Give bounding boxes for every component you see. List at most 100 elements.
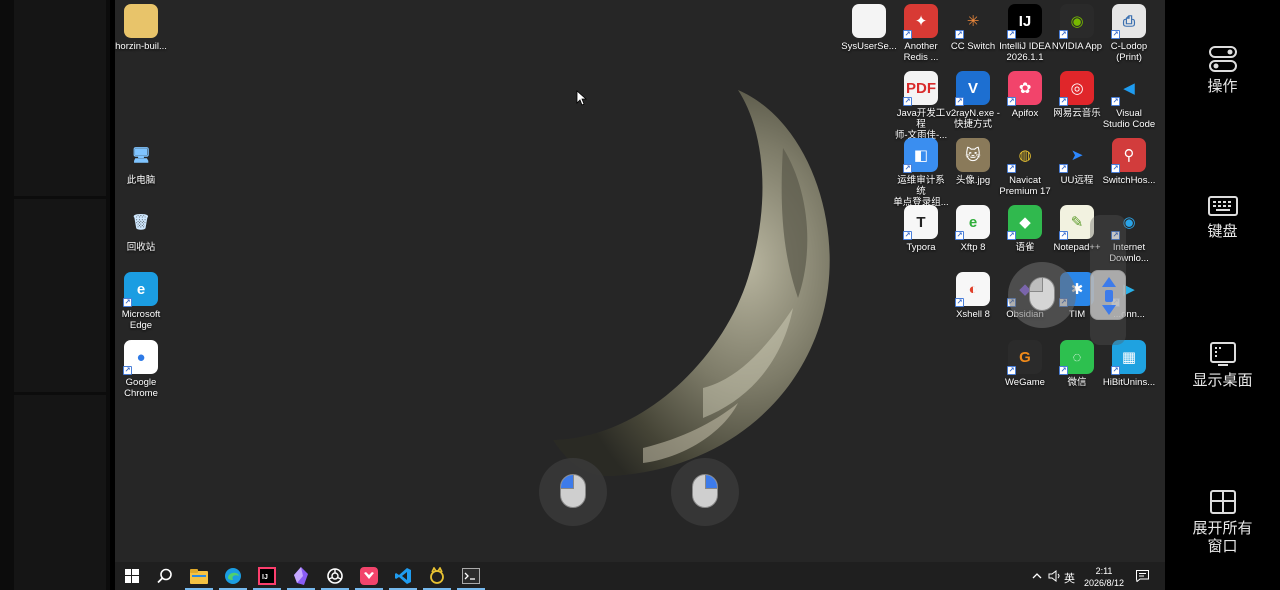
shortcut-arrow-icon: ↗ — [955, 231, 964, 240]
desktop-icon-pdf[interactable]: PDF ↗ Java开发工程 师-文雨佳-... — [893, 71, 949, 141]
desktop-icon-cc-switch[interactable]: ✳ ↗ CC Switch — [945, 4, 1001, 52]
apifox-icon: ✿ ↗ — [1007, 71, 1042, 106]
start-icon[interactable] — [122, 566, 142, 586]
recycle-bin-icon: 🗑 — [131, 214, 151, 231]
floating-mouse-button[interactable] — [1008, 261, 1076, 329]
desktop-icon-label: C-Lodop (Print) — [1110, 41, 1148, 63]
operation-label: 操作 — [1207, 78, 1238, 95]
desktop-icon-typora[interactable]: T ↗ Typora — [893, 205, 949, 253]
obsidian-icon[interactable] — [287, 566, 315, 590]
desktop-icon-edge[interactable]: e ↗ Microsoft Edge — [115, 272, 169, 331]
shortcut-arrow-icon: ↗ — [903, 97, 912, 106]
cat-image-icon: 🐱 — [956, 138, 990, 172]
desktop-icon-label: Xftp 8 — [960, 242, 986, 253]
desktop-icon-chrome[interactable]: ● ↗ Google Chrome — [115, 340, 169, 399]
edge-icon[interactable] — [219, 566, 247, 590]
ime-indicator[interactable]: 英 — [1064, 570, 1075, 586]
apifox-icon[interactable] — [355, 566, 383, 590]
desktop-icon-label: CC Switch — [950, 41, 996, 52]
desktop-icon-label: WeGame — [1005, 377, 1045, 388]
desktop-icon-label: Microsoft Edge — [121, 309, 161, 331]
desktop-icon-label: HiBitUnins... — [1102, 377, 1156, 388]
file-explorer-icon[interactable] — [185, 566, 213, 590]
switchhosts-icon: ⚲ ↗ — [1111, 138, 1146, 173]
taskbar: IJ 英 2:11 2026/8/12 — [115, 562, 1165, 590]
vscode-icon[interactable] — [389, 566, 417, 590]
desktop-icon-apifox[interactable]: ✿ ↗ Apifox — [997, 71, 1053, 119]
nvidia-icon: ◉ ↗ — [1059, 4, 1094, 39]
wechat-icon: ◌ ↗ — [1059, 340, 1094, 375]
desktop-icon-label: SysUserSe... — [841, 41, 897, 52]
expand-windows-button[interactable]: 展开所有 窗口 — [1165, 488, 1280, 556]
desktop-icon-another-redis[interactable]: ✦ ↗ Another Redis ... — [893, 4, 949, 63]
terminal-icon[interactable] — [457, 566, 485, 590]
desktop-icon-file[interactable]: SysUserSe... — [841, 4, 897, 52]
scroll-wheel-control[interactable] — [1090, 270, 1126, 320]
side-control-panel: 操作 键盘 显示桌面 展开所有 窗口 — [1165, 0, 1280, 590]
desktop-icon-this-pc[interactable]: 🖥 此电脑 — [115, 138, 169, 186]
navicat-icon[interactable] — [423, 566, 451, 590]
desktop-icon-label: 语雀 — [1015, 242, 1035, 253]
desktop-icon-nvidia[interactable]: ◉ ↗ NVIDIA App — [1049, 4, 1105, 52]
shortcut-arrow-icon: ↗ — [1059, 231, 1068, 240]
xftp-icon: e ↗ — [955, 205, 990, 240]
chatgpt-icon[interactable] — [321, 566, 349, 590]
folder-zip-icon — [124, 4, 158, 38]
chevron-up-icon[interactable] — [1027, 566, 1047, 586]
desktop-icon-label: horzin-buil... — [115, 41, 167, 52]
show-desktop-button[interactable]: 显示桌面 — [1165, 340, 1280, 390]
desktop-icon-yuque[interactable]: ◆ ↗ 语雀 — [997, 205, 1053, 253]
shortcut-arrow-icon: ↗ — [1059, 30, 1068, 39]
desktop-icon-label: Java开发工程 师-文雨佳-... — [894, 108, 948, 141]
desktop-icon-intellij[interactable]: IJ ↗ IntelliJ IDEA 2026.1.1 — [997, 4, 1053, 63]
clock-date: 2026/8/12 — [1083, 578, 1125, 588]
keyboard-button[interactable]: 键盘 — [1165, 193, 1280, 241]
desktop-icon-recycle-bin[interactable]: 🗑 回收站 — [115, 205, 169, 253]
left-click-mouse-button[interactable] — [539, 458, 607, 526]
uu-remote-icon: ➤ ↗ — [1059, 147, 1084, 173]
shortcut-arrow-icon: ↗ — [1059, 97, 1068, 106]
desktop-icon-label: 微信 — [1067, 377, 1087, 388]
desktop-icon-vscode[interactable]: ◀ ↗ Visual Studio Code — [1101, 71, 1157, 130]
clock-time: 2:11 — [1095, 566, 1113, 576]
desktop-icon-v2rayn[interactable]: V ↗ v2rayN.exe - 快捷方式 — [945, 71, 1001, 130]
show-desktop-label: 显示桌面 — [1192, 372, 1253, 389]
desktop[interactable]: horzin-buil... 🖥 此电脑 🗑 回收站 e ↗ Microsoft Edge ● ↗… — [115, 0, 1165, 562]
desktop-icon-switchhosts[interactable]: ⚲ ↗ SwitchHos... — [1101, 138, 1157, 186]
intellij-icon[interactable]: IJ — [253, 566, 281, 590]
desktop-icon-navicat[interactable]: ◍ ↗ Navicat Premium 17 — [997, 138, 1053, 197]
desktop-icon-wechat[interactable]: ◌ ↗ 微信 — [1049, 340, 1105, 388]
clock[interactable]: 2:11 2026/8/12 — [1082, 565, 1126, 589]
typora-icon: T ↗ — [903, 205, 938, 240]
notification-icon[interactable] — [1132, 566, 1152, 586]
shortcut-arrow-icon: ↗ — [1007, 231, 1016, 240]
desktop-icon-label: Visual Studio Code — [1102, 108, 1156, 130]
desktop-icon-xftp[interactable]: e ↗ Xftp 8 — [945, 205, 1001, 253]
desktop-icon-wegame[interactable]: G ↗ WeGame — [997, 340, 1053, 388]
this-pc-icon: 🖥 — [131, 147, 151, 164]
desktop-icon-cat-image[interactable]: 🐱 头像.jpg — [945, 138, 1001, 186]
search-icon[interactable] — [155, 566, 175, 586]
wegame-icon: G ↗ — [1007, 340, 1042, 375]
desktop-icon-audit[interactable]: ◧ ↗ 运维审计系统 单点登录组... — [893, 138, 949, 208]
expand-windows-icon — [1209, 490, 1236, 514]
expand-windows-label: 展开所有 窗口 — [1192, 520, 1253, 555]
v2rayn-icon: V ↗ — [955, 71, 990, 106]
shortcut-arrow-icon: ↗ — [1111, 366, 1120, 375]
desktop-icon-uu-remote[interactable]: ➤ ↗ UU远程 — [1049, 138, 1105, 186]
desktop-icon-netease-music[interactable]: ◎ ↗ 网易云音乐 — [1049, 71, 1105, 119]
shortcut-arrow-icon: ↗ — [1111, 30, 1120, 39]
desktop-icon-xshell[interactable]: ◐ ↗ Xshell 8 — [945, 272, 1001, 320]
shortcut-arrow-icon: ↗ — [1007, 30, 1016, 39]
desktop-icon-printer[interactable]: ⎙ ↗ C-Lodop (Print) — [1101, 4, 1157, 63]
desktop-icon-label: Apifox — [1011, 108, 1039, 119]
right-click-mouse-button[interactable] — [671, 458, 739, 526]
shortcut-arrow-icon: ↗ — [1111, 164, 1120, 173]
desktop-icon-hibit[interactable]: ▦ ↗ HiBitUnins... — [1101, 340, 1157, 388]
desktop-icon-folder-zip[interactable]: horzin-buil... — [115, 4, 169, 52]
operation-button[interactable]: 操作 — [1165, 44, 1280, 96]
shortcut-arrow-icon: ↗ — [955, 30, 964, 39]
desktop-icon-label: 运维审计系统 单点登录组... — [893, 175, 949, 208]
volume-icon[interactable] — [1045, 566, 1065, 586]
vscode-icon: ◀ ↗ — [1111, 80, 1135, 106]
